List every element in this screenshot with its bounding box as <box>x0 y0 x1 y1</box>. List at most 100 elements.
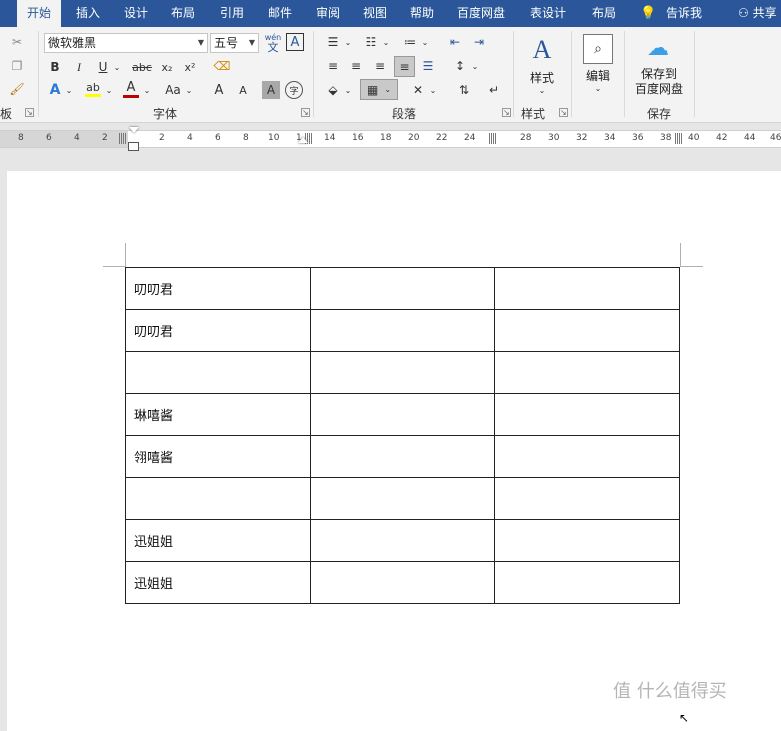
horizontal-ruler[interactable]: 8 6 4 2 2 4 6 8 10 1 14 16 18 20 22 24 2… <box>0 123 781 151</box>
enclose-characters-button[interactable]: 字 <box>285 81 303 99</box>
table-cell[interactable] <box>494 393 680 436</box>
table-cell[interactable] <box>494 477 680 520</box>
table-cell[interactable] <box>310 309 495 352</box>
sort-icon[interactable]: ⇅ <box>455 81 473 99</box>
first-line-indent-marker[interactable] <box>129 127 139 133</box>
share-button[interactable]: ⚇ 共享 <box>738 0 777 27</box>
font-launcher-icon[interactable]: ↘ <box>301 108 310 117</box>
tab-design[interactable]: 设计 <box>124 0 148 27</box>
numbering-dropdown-icon[interactable]: ⌄ <box>381 33 391 51</box>
shading-dropdown-icon[interactable]: ⌄ <box>343 81 353 99</box>
italic-button[interactable]: I <box>70 58 88 76</box>
decrease-indent-icon[interactable]: ⇤ <box>446 33 464 51</box>
chinese-layout-dropdown-icon[interactable]: ⌄ <box>428 81 438 99</box>
superscript-button[interactable]: x² <box>181 58 199 76</box>
table-cell[interactable] <box>310 561 495 604</box>
save-to-baidu-button[interactable]: 保存到 百度网盘 <box>628 67 690 97</box>
character-border-button[interactable]: A <box>286 33 304 51</box>
table-cell[interactable] <box>494 519 680 562</box>
table-cell[interactable] <box>310 477 495 520</box>
tab-help[interactable]: 帮助 <box>410 0 434 27</box>
align-left-icon[interactable]: ≡ <box>324 57 342 75</box>
tab-view[interactable]: 视图 <box>363 0 387 27</box>
line-spacing-icon[interactable]: ↕ <box>451 57 469 75</box>
shrink-font-button[interactable]: A <box>234 81 252 99</box>
document-table[interactable]: 叨叨君 叨叨君 琳嘻酱 翎嘻酱 迅姐姐 迅姐姐 <box>125 267 680 604</box>
font-color-dropdown-icon[interactable]: ⌄ <box>142 81 152 99</box>
table-cell[interactable] <box>494 267 680 310</box>
styles-dropdown-icon[interactable]: ⌄ <box>537 85 547 95</box>
copy-icon[interactable]: ❐ <box>8 57 26 75</box>
edit-dropdown-icon[interactable]: ⌄ <box>593 83 603 93</box>
table-cell[interactable] <box>310 267 495 310</box>
ruler-column-marker[interactable] <box>119 133 126 144</box>
paragraph-launcher-icon[interactable]: ↘ <box>502 108 511 117</box>
baidu-cloud-icon[interactable]: ☁ <box>643 35 673 61</box>
highlight-button[interactable]: ab <box>84 79 102 99</box>
table-cell[interactable] <box>494 435 680 478</box>
text-effects-button[interactable]: A <box>46 81 64 99</box>
show-marks-icon[interactable]: ↵ <box>485 81 503 99</box>
chinese-layout-icon[interactable]: ✕ <box>409 81 427 99</box>
subscript-button[interactable]: x₂ <box>158 58 176 76</box>
bullets-dropdown-icon[interactable]: ⌄ <box>343 33 353 51</box>
clear-formatting-icon[interactable]: ⌫ <box>213 57 231 75</box>
text-effects-dropdown-icon[interactable]: ⌄ <box>64 81 74 99</box>
cut-icon[interactable]: ✂ <box>8 33 26 51</box>
line-spacing-dropdown-icon[interactable]: ⌄ <box>470 57 480 75</box>
bullets-icon[interactable]: ☰ <box>324 33 342 51</box>
edit-button-label[interactable]: 编辑 <box>578 67 618 84</box>
table-cell[interactable]: 琳嘻酱 <box>125 393 311 436</box>
search-icon[interactable]: ⌕ <box>583 34 613 64</box>
table-cell[interactable]: 叨叨君 <box>125 309 311 352</box>
tab-baidu-netdisk[interactable]: 百度网盘 <box>457 0 505 27</box>
phonetic-guide-button[interactable]: wén 文 <box>263 31 283 55</box>
tab-table-layout[interactable]: 布局 <box>592 0 616 27</box>
underline-dropdown-icon[interactable]: ⌄ <box>112 58 122 76</box>
table-cell[interactable] <box>310 519 495 562</box>
increase-indent-icon[interactable]: ⇥ <box>470 33 488 51</box>
align-right-icon[interactable]: ≡ <box>371 57 389 75</box>
borders-button[interactable]: ▦ ⌄ <box>360 79 398 100</box>
tab-mailings[interactable]: 邮件 <box>268 0 292 27</box>
table-cell[interactable]: 翎嘻酱 <box>125 435 311 478</box>
character-shading-button[interactable]: A <box>262 81 280 99</box>
table-cell[interactable]: 迅姐姐 <box>125 519 311 562</box>
tab-layout[interactable]: 布局 <box>171 0 195 27</box>
shading-icon[interactable]: ⬙ <box>324 81 342 99</box>
tab-references[interactable]: 引用 <box>220 0 244 27</box>
table-cell[interactable] <box>125 351 311 394</box>
change-case-button[interactable]: Aa <box>162 81 184 99</box>
table-cell[interactable] <box>494 309 680 352</box>
font-name-combo[interactable]: 微软雅黑 ▼ <box>44 33 208 53</box>
styles-icon[interactable]: A <box>526 33 558 67</box>
tab-home[interactable]: 开始 <box>17 0 61 27</box>
grow-font-button[interactable]: A <box>210 81 228 99</box>
ruler-column-marker[interactable] <box>675 133 682 144</box>
multilevel-list-icon[interactable]: ≔ <box>401 33 419 51</box>
format-painter-icon[interactable]: 🖌 <box>8 80 26 98</box>
distributed-icon[interactable]: ☰ <box>419 57 437 75</box>
styles-button-label[interactable]: 样式 <box>522 69 562 86</box>
bold-button[interactable]: B <box>46 58 64 76</box>
font-color-button[interactable]: A <box>122 79 140 99</box>
table-cell[interactable] <box>310 393 495 436</box>
font-size-combo[interactable]: 五号 ▼ <box>210 33 259 53</box>
table-cell[interactable] <box>125 477 311 520</box>
multilevel-dropdown-icon[interactable]: ⌄ <box>420 33 430 51</box>
table-cell[interactable] <box>494 351 680 394</box>
table-cell[interactable]: 迅姐姐 <box>125 561 311 604</box>
justify-icon[interactable]: ≡ <box>394 56 415 77</box>
table-cell[interactable] <box>310 435 495 478</box>
tab-insert[interactable]: 插入 <box>76 0 100 27</box>
right-indent-marker[interactable] <box>298 137 308 143</box>
clipboard-launcher-icon[interactable]: ↘ <box>25 108 34 117</box>
tab-review[interactable]: 审阅 <box>316 0 340 27</box>
left-indent-marker[interactable] <box>128 142 139 151</box>
align-center-icon[interactable]: ≡ <box>347 57 365 75</box>
underline-button[interactable]: U <box>94 58 112 76</box>
tab-table-design[interactable]: 表设计 <box>530 0 566 27</box>
styles-launcher-icon[interactable]: ↘ <box>559 108 568 117</box>
ruler-column-marker[interactable] <box>489 133 496 144</box>
highlight-dropdown-icon[interactable]: ⌄ <box>104 81 114 99</box>
